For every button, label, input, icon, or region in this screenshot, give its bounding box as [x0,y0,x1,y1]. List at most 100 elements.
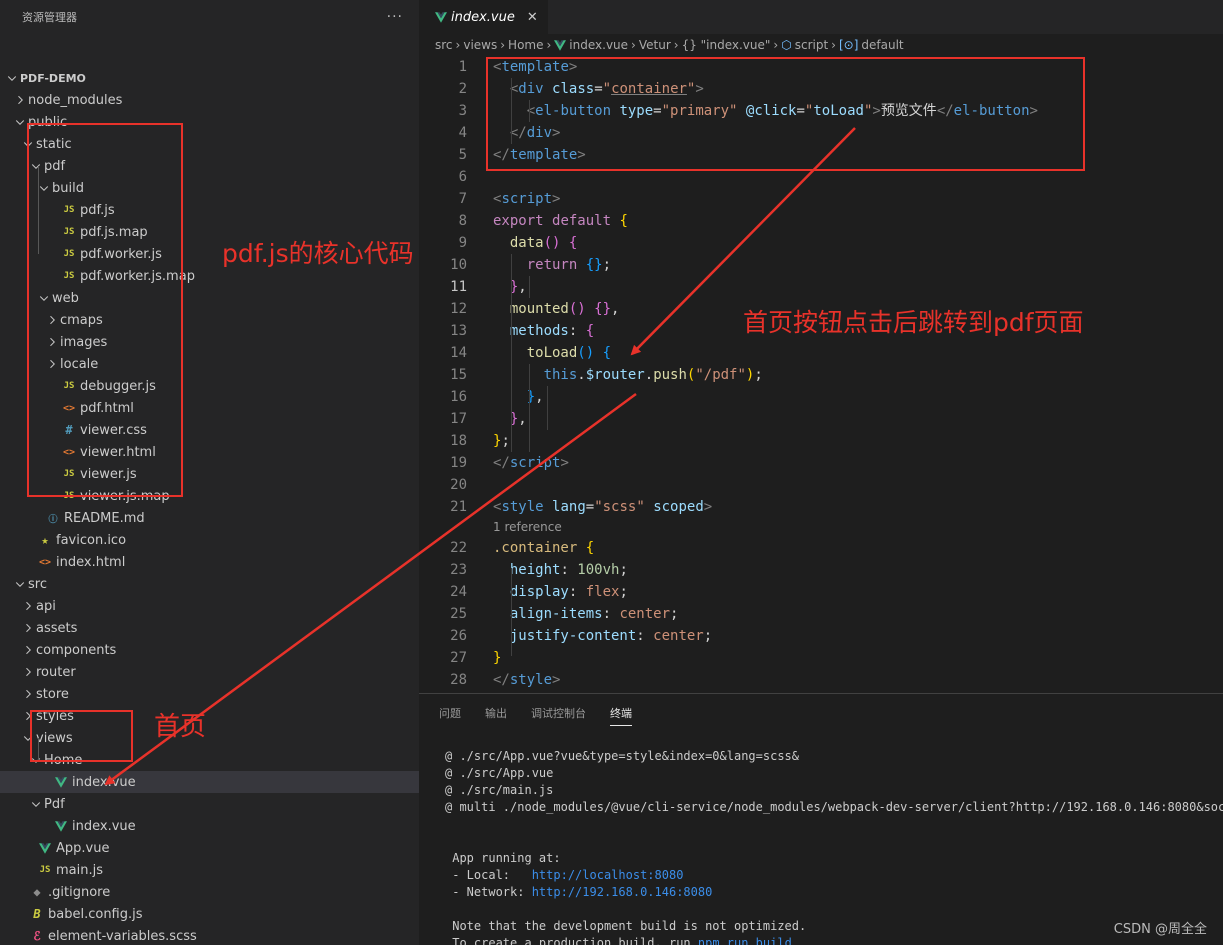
code-token: : [636,628,654,644]
code-token: ; [619,584,628,600]
breadcrumb-vetur[interactable]: Vetur [639,38,671,52]
code-token: ; [670,606,679,622]
chevron-right-icon [12,94,28,106]
code-token: > [560,455,569,471]
tree-file[interactable]: <> index.html [0,551,419,573]
line-number: 1 [458,59,467,75]
terminal-link[interactable]: npm run build [698,936,792,945]
terminal-output[interactable]: @ ./src/App.vue?vue&type=style&index=0&l… [445,748,1223,945]
breadcrumb-vetur-file[interactable]: {} "index.vue" [682,38,771,52]
code-token: { [585,540,595,556]
html-file-icon: <> [38,556,52,568]
code-token: this [543,367,578,383]
panel-tab[interactable]: 问题 [439,705,461,725]
panel-tab[interactable]: 终端 [610,705,632,726]
tree-file[interactable]: ◆ .gitignore [0,881,419,903]
code-token: } [493,650,502,666]
terminal-text: Note that the development build is not o… [445,919,807,933]
line-number: 18 [450,433,467,449]
home-highlight-box [30,710,133,762]
tree-item-label: PDF-DEMO [20,71,86,85]
code-token: : [560,562,578,578]
code-token: height [509,562,561,578]
code-token: methods [509,323,569,339]
indent-guide [547,386,548,430]
line-number: 17 [450,411,467,427]
code-token: style [509,672,553,688]
code-token: script [509,455,561,471]
code-token: align-items [509,606,603,622]
line-number: 23 [450,562,467,578]
code-lens-reference[interactable]: 1 reference [493,517,562,537]
close-icon[interactable]: ✕ [527,10,538,25]
code-token: ; [619,562,628,578]
terminal-line: @ multi ./node_modules/@vue/cli-service/… [445,799,1223,816]
code-line: 7 <script> [419,188,1223,210]
tree-folder[interactable]: Pdf [0,793,419,815]
tab-index-vue[interactable]: index.vue ✕ [419,0,548,34]
tree-folder[interactable]: api [0,595,419,617]
tree-folder[interactable]: store [0,683,419,705]
panel-tab-bar: 问题 输出 调试控制台 终端 [419,694,1223,736]
code-token: .container [493,540,578,556]
tree-item-label: index.vue [72,774,136,790]
tree-file[interactable]: ℰelement-variables.scss [0,925,419,945]
breadcrumb-script[interactable]: script [795,38,828,52]
code-text: align-items: center; [493,603,679,625]
breadcrumb-src[interactable]: src [435,38,453,52]
tree-file[interactable]: App.vue [0,837,419,859]
tree-file[interactable]: JS main.js [0,859,419,881]
tree-file[interactable]: ★ favicon.ico [0,529,419,551]
tree-folder[interactable]: components [0,639,419,661]
line-number: 22 [450,540,467,556]
code-text: <script> [493,188,560,210]
code-text: .container { [493,537,594,559]
tab-label: index.vue [451,10,515,25]
code-line: 14 toLoad() { [419,342,1223,364]
panel-tab[interactable]: 调试控制台 [531,705,586,725]
tree-item-label: README.md [64,510,145,526]
code-text: data() { [493,232,577,254]
code-token: . [644,367,654,383]
vue-file-icon [435,12,447,23]
tree-folder[interactable]: src [0,573,419,595]
tree-file[interactable]: Bbabel.config.js [0,903,419,925]
chevron-down-icon [4,72,20,84]
code-token: mounted [509,301,569,317]
tree-file[interactable]: index.vue [0,771,419,793]
code-line: 20 [419,474,1223,496]
tree-item-label: router [36,664,76,680]
code-token: , [518,411,527,427]
tree-item-label: assets [36,620,78,636]
more-actions-icon[interactable]: ··· [387,9,403,25]
code-line: 16 }, [419,386,1223,408]
terminal-link[interactable]: http://localhost:8080 [532,868,684,882]
terminal-text: - Local: [445,868,532,882]
code-token: ; [501,433,510,449]
tree-file[interactable]: ⓘ README.md [0,507,419,529]
breadcrumb-views[interactable]: views [463,38,497,52]
breadcrumb-file[interactable]: index.vue [569,38,628,52]
indent-guide [511,254,512,452]
vue-file-icon [36,842,54,854]
panel-tab[interactable]: 输出 [485,705,507,725]
tree-item-label: babel.config.js [48,906,143,922]
chevron-right-icon [20,600,36,612]
breadcrumb-default[interactable]: default [861,38,903,52]
terminal-link[interactable]: http://192.168.0.146:8080 [532,885,713,899]
breadcrumb-home[interactable]: Home [508,38,543,52]
tree-folder[interactable]: assets [0,617,419,639]
tree-folder[interactable]: PDF-DEMO [0,67,419,89]
tree-folder[interactable]: node_modules [0,89,419,111]
tree-file[interactable]: index.vue [0,815,419,837]
terminal-text: - Network: [445,885,532,899]
code-text: }, [493,276,527,298]
line-number: 10 [450,257,467,273]
line-number: 2 [458,81,467,97]
code-line: 22 .container { [419,537,1223,559]
tree-folder[interactable]: router [0,661,419,683]
